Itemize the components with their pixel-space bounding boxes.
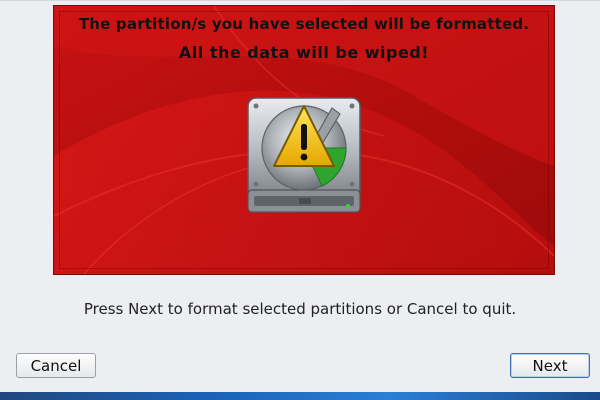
hard-drive-warning-icon: [247, 97, 361, 213]
cancel-button[interactable]: Cancel: [16, 353, 96, 378]
format-confirmation-dialog: The partition/s you have selected will b…: [0, 0, 600, 393]
warning-banner: The partition/s you have selected will b…: [53, 5, 555, 275]
warning-subtitle: All the data will be wiped!: [178, 43, 430, 62]
warning-title: The partition/s you have selected will b…: [78, 15, 530, 33]
taskbar-edge: [0, 392, 600, 400]
instruction-text: Press Next to format selected partitions…: [83, 300, 517, 318]
next-button[interactable]: Next: [510, 353, 590, 378]
